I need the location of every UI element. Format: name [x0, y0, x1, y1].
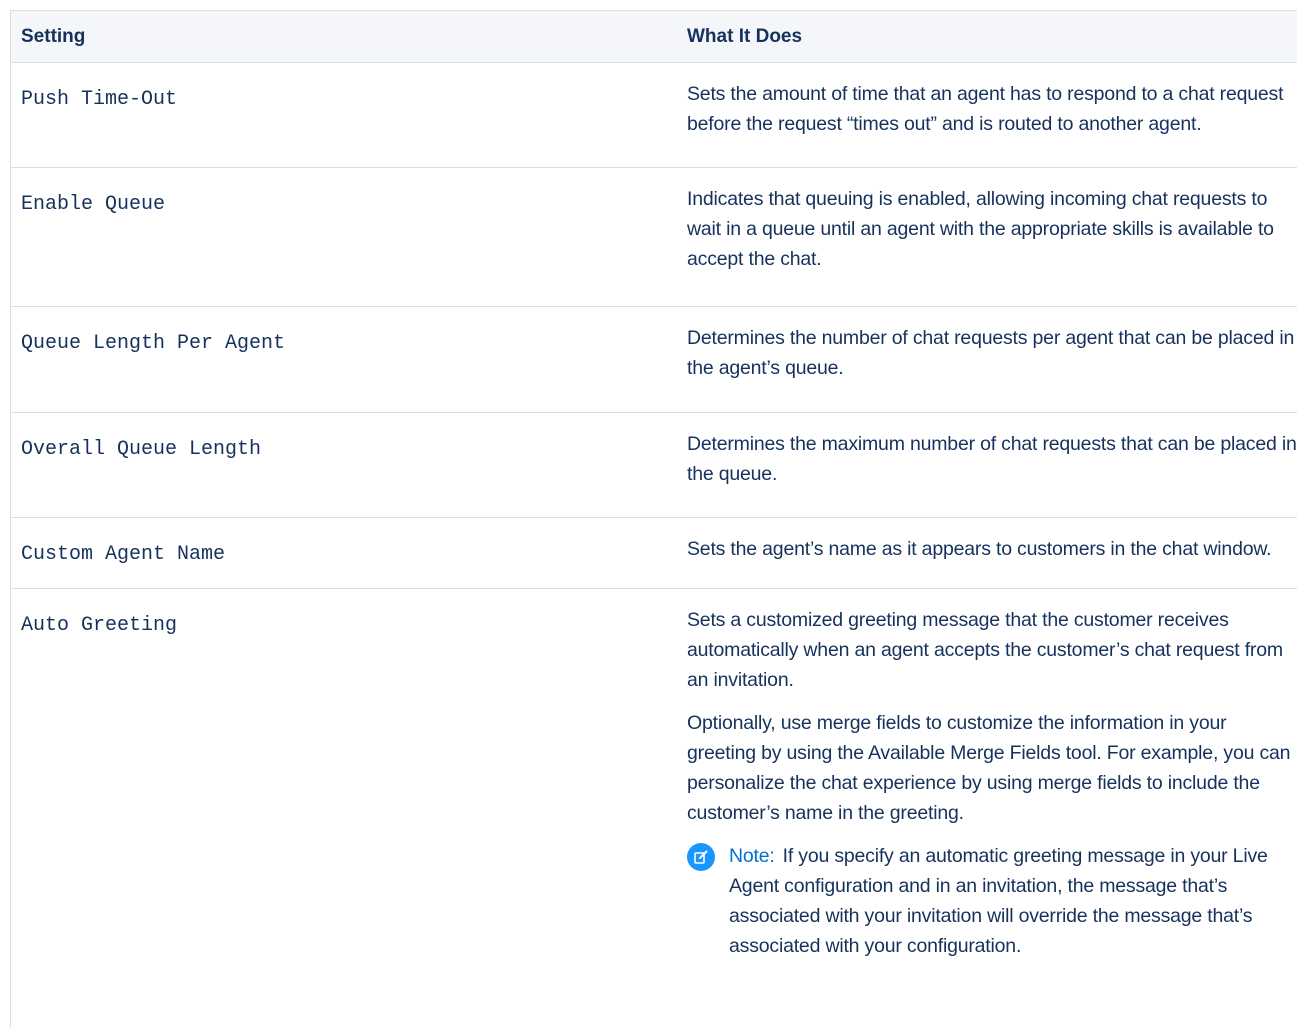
setting-name: Auto Greeting	[11, 589, 657, 1028]
setting-description: Sets a customized greeting message that …	[656, 589, 1297, 1028]
column-header-setting: Setting	[11, 11, 657, 63]
table-row: Custom Agent Name Sets the agent’s name …	[11, 517, 1297, 588]
setting-description: Sets the agent’s name as it appears to c…	[656, 517, 1297, 588]
setting-description: Indicates that queuing is enabled, allow…	[656, 168, 1297, 307]
description-paragraph: Indicates that queuing is enabled, allow…	[687, 184, 1297, 274]
note-body: Note:If you specify an automatic greetin…	[729, 841, 1297, 961]
description-paragraph: Determines the number of chat requests p…	[687, 323, 1297, 383]
note-callout: Note:If you specify an automatic greetin…	[687, 841, 1297, 961]
table-row: Auto Greeting Sets a customized greeting…	[11, 589, 1297, 1028]
description-paragraph: Optionally, use merge fields to customiz…	[687, 708, 1297, 828]
table-header-row: Setting What It Does	[11, 11, 1297, 63]
description-paragraph: Sets a customized greeting message that …	[687, 605, 1297, 695]
note-text: If you specify an automatic greeting mes…	[729, 845, 1268, 957]
setting-description: Sets the amount of time that an agent ha…	[656, 63, 1297, 168]
setting-name: Enable Queue	[11, 168, 657, 307]
setting-name: Custom Agent Name	[11, 517, 657, 588]
table-row: Queue Length Per Agent Determines the nu…	[11, 307, 1297, 412]
description-paragraph: Sets the agent’s name as it appears to c…	[687, 534, 1297, 564]
setting-description: Determines the maximum number of chat re…	[656, 412, 1297, 517]
edit-note-icon	[687, 843, 715, 871]
setting-name: Overall Queue Length	[11, 412, 657, 517]
table-row: Push Time-Out Sets the amount of time th…	[11, 63, 1297, 168]
description-paragraph: Sets the amount of time that an agent ha…	[687, 79, 1297, 139]
table-row: Overall Queue Length Determines the maxi…	[11, 412, 1297, 517]
note-label: Note:	[729, 845, 775, 867]
settings-table: Setting What It Does Push Time-Out Sets …	[10, 10, 1297, 1028]
setting-name: Push Time-Out	[11, 63, 657, 168]
setting-description: Determines the number of chat requests p…	[656, 307, 1297, 412]
table-row: Enable Queue Indicates that queuing is e…	[11, 168, 1297, 307]
setting-name: Queue Length Per Agent	[11, 307, 657, 412]
column-header-what-it-does: What It Does	[656, 11, 1297, 63]
description-paragraph: Determines the maximum number of chat re…	[687, 429, 1297, 489]
